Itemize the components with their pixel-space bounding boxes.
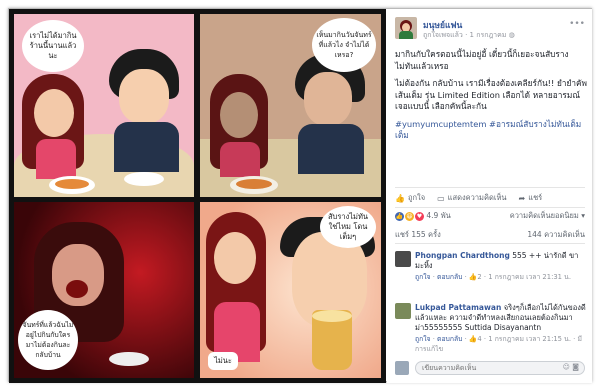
comic-panel-2: เห็นมากินวันจันทร์ที่แล้วไง จำไม่ได้เหรอ… xyxy=(200,14,381,197)
post-body: มากินกับใครตอนนี้ไม่อยู่อี้ เดี๋ยวนี้ก็เ… xyxy=(395,49,587,148)
speech-bubble-3: สับรางไม่ทันใช่ไหม โดนเต็มๆ xyxy=(320,206,376,248)
comment-like-link[interactable]: ถูกใจ xyxy=(415,335,431,343)
comment-like-link[interactable]: ถูกใจ xyxy=(415,273,431,281)
comment-reply-link[interactable]: ตอบกลับ xyxy=(437,335,462,343)
post-meta: ถูกใจเพจแล้ว · 1 กรกฎาคม ◍ xyxy=(423,30,515,41)
sort-label: ความคิดเห็นยอดนิยม xyxy=(509,211,579,220)
globe-icon: ◍ xyxy=(508,31,515,39)
emoji-icon[interactable]: ☺ xyxy=(563,363,570,371)
comment-sort-dropdown[interactable]: ความคิดเห็นยอดนิยม ▾ xyxy=(510,210,585,222)
commenter-name[interactable]: Lukpad Pattamawan xyxy=(415,303,501,312)
divider xyxy=(395,243,585,244)
chevron-down-icon: ▾ xyxy=(581,211,585,220)
comment-composer: ☺ ◙ xyxy=(395,361,585,377)
share-button[interactable]: ➦ แชร์ xyxy=(519,192,543,204)
like-label: ถูกใจ xyxy=(407,193,426,202)
comic-image[interactable]: เราไม่ได้มากินร้านนี้นานแล้วนะ เห็นมากิน… xyxy=(9,9,386,383)
speech-bubble-2: เห็นมากินวันจันทร์ที่แล้วไง จำไม่ได้เหรอ… xyxy=(312,18,376,72)
post-hashtags[interactable]: #yumyumcuptemtem #อารมณ์สับรางไม่ทันเต็ม… xyxy=(395,119,587,142)
share-label: แชร์ xyxy=(528,193,543,202)
divider xyxy=(395,207,585,208)
comment-input[interactable] xyxy=(415,361,585,375)
page-like-status[interactable]: ถูกใจเพจแล้ว xyxy=(423,31,463,39)
comic-panel-1: เราไม่ได้มากินร้านนี้นานแล้วนะ xyxy=(14,14,194,197)
comment-count[interactable]: 144 ความคิดเห็น xyxy=(527,229,585,241)
post-date[interactable]: 1 กรกฎาคม xyxy=(470,31,507,39)
share-icon: ➦ xyxy=(518,193,526,203)
comment-body: Lukpad Pattamawan จริงๆก็เลือกไม่ได้กันข… xyxy=(415,303,587,354)
comic-panel-4: สับรางไม่ทันใช่ไหม โดนเต็มๆ ไม่นะ xyxy=(200,202,381,378)
speech-bubble-1: เราไม่ได้มากินร้านนี้นานแล้วนะ xyxy=(22,20,84,72)
comic-panel-3: จันทร์ที่แล้วฉันไม่อยู่ไปกินกับใครมาไม่ต… xyxy=(14,202,194,378)
thumbs-up-icon: 👍 xyxy=(395,193,405,203)
page-avatar[interactable] xyxy=(395,17,417,39)
share-count[interactable]: แชร์ 155 ครั้ง xyxy=(395,230,441,239)
comment-time[interactable]: 1 กรกฎาคม เวลา 21:31 น. xyxy=(488,273,571,281)
reaction-count[interactable]: 4.9 พัน xyxy=(426,211,450,220)
comment-button[interactable]: ▭ แสดงความคิดเห็น xyxy=(437,192,506,204)
divider xyxy=(395,187,585,188)
screenshot-frame: เราไม่ได้มากินร้านนี้นานแล้วนะ เห็นมากิน… xyxy=(8,8,592,383)
comment-time[interactable]: 1 กรกฎาคม เวลา 21:15 น. xyxy=(488,335,571,343)
comment-like-count[interactable]: 4 xyxy=(477,335,481,343)
commenter-name[interactable]: Phongpan Chardthong xyxy=(415,251,510,260)
post-actions: 👍 ถูกใจ ▭ แสดงความคิดเห็น ➦ แชร์ xyxy=(395,191,585,205)
comment-icon: ▭ xyxy=(437,193,445,203)
comment-meta: ถูกใจ · ตอบกลับ · 👍2 · 1 กรกฎาคม เวลา 21… xyxy=(415,273,571,281)
love-reaction-icon: ♥ xyxy=(415,211,424,221)
more-options-icon[interactable]: ••• xyxy=(569,19,585,29)
post-sidebar: มนุษย์แฟน ถูกใจเพจแล้ว · 1 กรกฎาคม ◍ •••… xyxy=(387,9,592,383)
post-header: มนุษย์แฟน ถูกใจเพจแล้ว · 1 กรกฎาคม ◍ ••• xyxy=(395,17,585,43)
reaction-icons[interactable]: 👍 😆 ♥ xyxy=(395,211,424,221)
post-paragraph-1: มากินกับใครตอนนี้ไม่อยู่อี้ เดี๋ยวนี้ก็เ… xyxy=(395,49,569,71)
reactions-bar: 👍 😆 ♥ 4.9 พัน ความคิดเห็นยอดนิยม ▾ xyxy=(395,210,585,224)
like-reaction-icon: 👍 xyxy=(395,211,404,221)
commenter-avatar[interactable] xyxy=(395,251,411,267)
speech-bubble-5: ไม่นะ xyxy=(208,352,238,370)
speech-bubble-4: จันทร์ที่แล้วฉันไม่อยู่ไปกินกับใครมาไม่ต… xyxy=(18,310,78,370)
comment-like-count[interactable]: 2 xyxy=(477,273,481,281)
composer-icons: ☺ ◙ xyxy=(563,363,579,371)
user-avatar xyxy=(395,361,409,375)
like-button[interactable]: 👍 ถูกใจ xyxy=(395,192,425,204)
haha-reaction-icon: 😆 xyxy=(405,211,414,221)
commenter-avatar[interactable] xyxy=(395,303,411,319)
comment-label: แสดงความคิดเห็น xyxy=(447,193,507,202)
comment-meta: ถูกใจ · ตอบกลับ · 👍4 · 1 กรกฎาคม เวลา 21… xyxy=(415,335,582,353)
post-stats: แชร์ 155 ครั้ง 144 ความคิดเห็น xyxy=(395,229,585,241)
comment-reply-link[interactable]: ตอบกลับ xyxy=(437,273,462,281)
post-paragraph-2: ไม่ต้องกัน กลับบ้าน เรามีเรื่องต้องเคลีย… xyxy=(395,78,588,111)
camera-icon[interactable]: ◙ xyxy=(572,363,579,371)
comment-body: Phongpan Chardthong 555 ++ น่ารักดี ขามะ… xyxy=(415,251,587,282)
